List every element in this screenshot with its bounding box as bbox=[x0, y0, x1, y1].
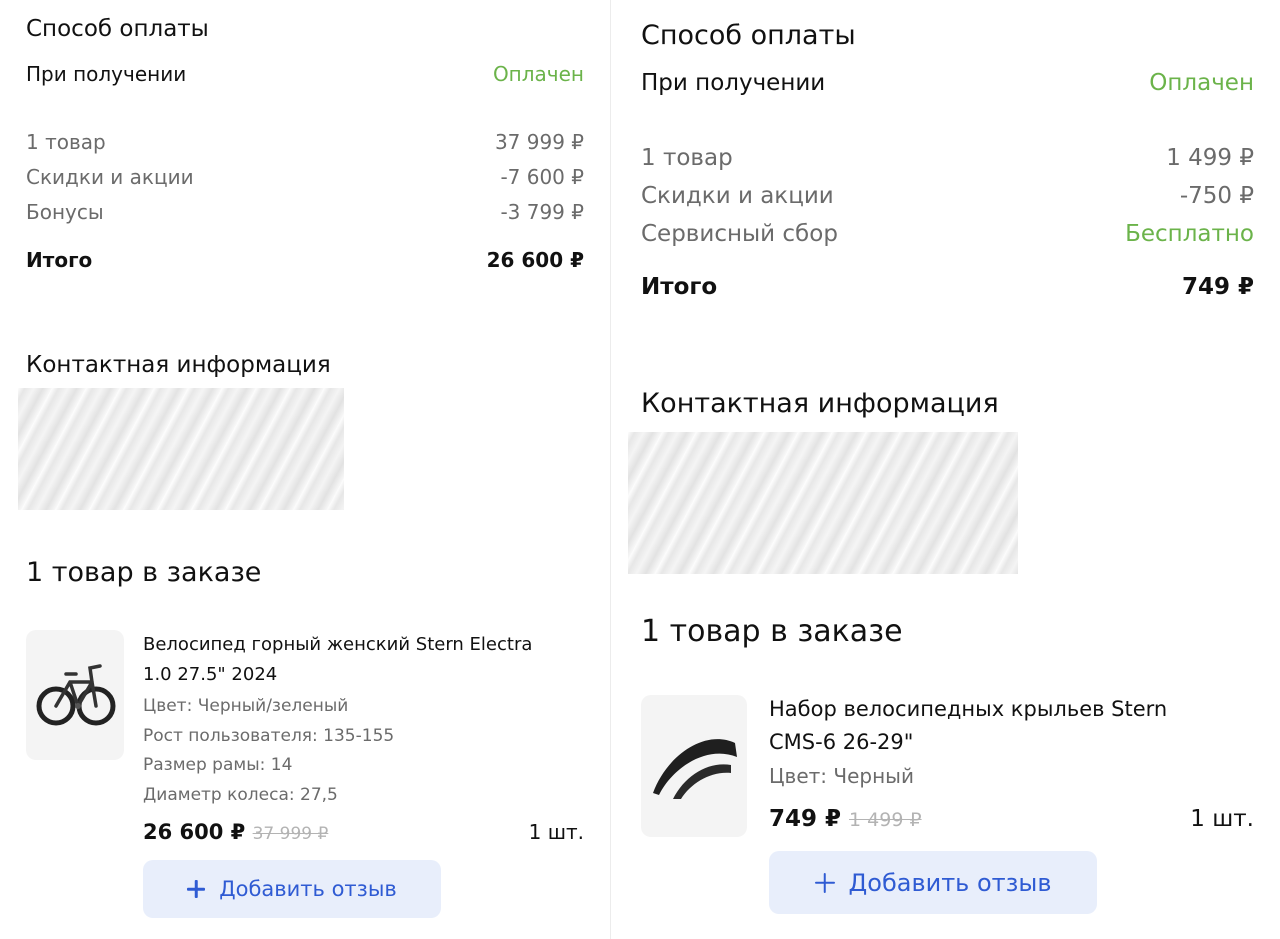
items-title: 1 товар в заказе bbox=[26, 557, 262, 588]
product-name-line-1: Набор велосипедных крыльев Stern bbox=[769, 697, 1168, 721]
payment-method: При получении bbox=[26, 62, 187, 86]
contact-title: Контактная информация bbox=[641, 388, 999, 419]
summary-value-discounts: -7 600 ₽ bbox=[500, 165, 584, 189]
product-old-price: 37 999 ₽ bbox=[252, 824, 329, 844]
total-value: 749 ₽ bbox=[1181, 274, 1254, 300]
summary-label-items: 1 товар bbox=[26, 130, 106, 154]
add-review-button[interactable]: Добавить отзыв bbox=[769, 851, 1097, 914]
product-price-row: 26 600 ₽ 37 999 ₽ bbox=[143, 820, 328, 844]
product-name-line-2: CMS-6 26-29" bbox=[769, 730, 914, 754]
payment-status: Оплачен bbox=[1149, 70, 1254, 96]
plus-icon bbox=[187, 880, 205, 898]
attr-wheel-diameter: Диаметр колеса: 27,5 bbox=[143, 784, 338, 805]
product-qty: 1 шт. bbox=[1190, 806, 1254, 832]
attr-user-height: Рост пользователя: 135-155 bbox=[143, 725, 395, 746]
payment-method: При получении bbox=[641, 70, 826, 96]
redacted-contact-info bbox=[628, 432, 1018, 574]
payment-status: Оплачен bbox=[492, 62, 584, 86]
summary-label-service-fee: Сервисный сбор bbox=[641, 221, 838, 247]
order-panel-right: Способ оплаты При получении Оплачен 1 то… bbox=[612, 0, 1280, 939]
summary-value-bonuses: -3 799 ₽ bbox=[500, 200, 584, 224]
product-attributes: Цвет: Черный/зеленый Рост пользователя: … bbox=[143, 692, 394, 810]
bicycle-icon bbox=[36, 664, 116, 726]
redacted-contact-info bbox=[18, 388, 344, 510]
add-review-label: Добавить отзыв bbox=[219, 877, 397, 901]
summary-value-service-fee: Бесплатно bbox=[1125, 221, 1254, 247]
total-value: 26 600 ₽ bbox=[486, 248, 584, 272]
add-review-label: Добавить отзыв bbox=[848, 868, 1052, 897]
summary-label-discounts: Скидки и акции bbox=[641, 183, 834, 209]
product-price-row: 749 ₽ 1 499 ₽ bbox=[769, 806, 922, 832]
summary-value-discounts: -750 ₽ bbox=[1179, 183, 1254, 209]
product-price: 749 ₽ bbox=[769, 806, 842, 832]
product-price: 26 600 ₽ bbox=[143, 820, 246, 844]
plus-icon bbox=[815, 873, 835, 893]
product-name-line-1: Велосипед горный женский Stern Electra bbox=[143, 634, 533, 655]
fenders-icon bbox=[653, 739, 737, 799]
product-image-bicycle[interactable] bbox=[26, 630, 124, 760]
product-image-fenders[interactable] bbox=[641, 695, 747, 837]
attr-color: Цвет: Черный bbox=[769, 764, 914, 788]
payment-title: Способ оплаты bbox=[26, 16, 209, 42]
summary-label-bonuses: Бонусы bbox=[26, 200, 104, 224]
summary-value-items: 37 999 ₽ bbox=[494, 130, 584, 154]
total-label: Итого bbox=[641, 274, 718, 300]
total-label: Итого bbox=[26, 248, 93, 272]
add-review-button[interactable]: Добавить отзыв bbox=[143, 860, 441, 918]
payment-title: Способ оплаты bbox=[641, 20, 856, 51]
product-old-price: 1 499 ₽ bbox=[849, 809, 922, 831]
order-panel-left: Способ оплаты При получении Оплачен 1 то… bbox=[0, 0, 611, 939]
product-name-line-2: 1.0 27.5" 2024 bbox=[143, 664, 278, 685]
summary-value-items: 1 499 ₽ bbox=[1166, 145, 1254, 171]
summary-label-discounts: Скидки и акции bbox=[26, 165, 194, 189]
product-name[interactable]: Велосипед горный женский Stern Electra 1… bbox=[143, 630, 532, 690]
product-qty: 1 шт. bbox=[528, 820, 584, 844]
contact-title: Контактная информация bbox=[26, 352, 331, 378]
attr-frame-size: Размер рамы: 14 bbox=[143, 755, 293, 775]
items-title: 1 товар в заказе bbox=[641, 614, 903, 649]
product-name[interactable]: Набор велосипедных крыльев Stern CMS-6 2… bbox=[769, 693, 1167, 759]
attr-color: Цвет: Черный/зеленый bbox=[143, 696, 349, 716]
summary-label-items: 1 товар bbox=[641, 145, 733, 171]
